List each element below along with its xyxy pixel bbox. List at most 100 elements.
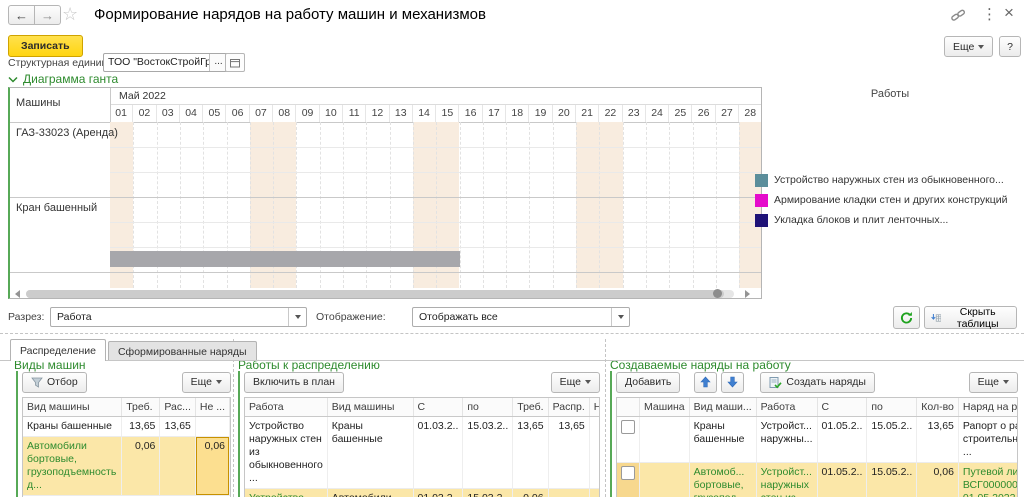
table-cell[interactable]: [640, 463, 690, 497]
table-cell[interactable]: 01.03.2..: [413, 417, 463, 489]
table-cell[interactable]: 13,65: [513, 417, 548, 489]
table-cell[interactable]: Краны башенные: [23, 417, 122, 437]
column-header[interactable]: Работа: [245, 398, 327, 417]
gantt-hscrollbar-thumb-end[interactable]: [713, 289, 722, 298]
display-select[interactable]: Отображать все: [412, 307, 630, 327]
back-button[interactable]: ←: [8, 5, 35, 25]
column-header[interactable]: Не ...: [195, 398, 229, 417]
chevron-down-icon[interactable]: [611, 308, 629, 326]
help-button[interactable]: ?: [999, 36, 1021, 57]
vertical-splitter-1[interactable]: [233, 339, 234, 497]
table-cell[interactable]: [640, 417, 690, 463]
column-header[interactable]: по: [867, 398, 917, 417]
vertical-splitter-2[interactable]: [605, 339, 606, 497]
column-header[interactable]: Вид машины: [23, 398, 122, 417]
column-header[interactable]: Кол-во: [917, 398, 959, 417]
tab-active-распределение[interactable]: Распределение: [10, 339, 106, 361]
open-icon[interactable]: [225, 53, 245, 72]
table-cell[interactable]: Рапорт о работе строительного ...: [958, 417, 1018, 463]
row-checkbox[interactable]: [621, 466, 635, 480]
table-cell[interactable]: Автомобили бортовые, грузоподъемн...: [327, 489, 413, 497]
table-cell[interactable]: 0,06: [513, 489, 548, 497]
more-button-top[interactable]: Еще: [944, 36, 993, 57]
more-button-works[interactable]: Еще: [551, 372, 600, 393]
column-header[interactable]: [617, 398, 640, 417]
table-cell[interactable]: 15.05.2..: [867, 417, 917, 463]
column-header[interactable]: С: [413, 398, 463, 417]
table-cell[interactable]: 01.05.2..: [817, 463, 867, 497]
table-cell[interactable]: 13,65: [122, 417, 160, 437]
column-header[interactable]: Рас...: [160, 398, 196, 417]
column-header[interactable]: Работа: [756, 398, 817, 417]
more-button-machine-types[interactable]: Еще: [182, 372, 231, 393]
table-cell[interactable]: 0,06: [195, 437, 229, 496]
column-header[interactable]: Распр.: [548, 398, 589, 417]
table-cell[interactable]: Устройство наружных стен из обыкновенног…: [245, 489, 327, 497]
gantt-hscrollbar-thumb[interactable]: [26, 290, 724, 298]
table-row[interactable]: Краны башенныеУстройст... наружны...01.0…: [617, 417, 1018, 463]
table-cell[interactable]: 15.05.2..: [867, 463, 917, 497]
chevron-down-icon[interactable]: [288, 308, 306, 326]
link-icon[interactable]: [950, 7, 966, 28]
table-cell[interactable]: [548, 489, 589, 497]
table-cell[interactable]: Автомоб... бортовые, грузопод...: [689, 463, 756, 497]
table-row[interactable]: Автомобили бортовые, грузоподъемность д.…: [23, 437, 230, 496]
table-cell[interactable]: Краны башенные: [327, 417, 413, 489]
table-cell[interactable]: 01.03.2..: [413, 489, 463, 497]
filter-button[interactable]: Отбор: [22, 372, 87, 393]
column-header[interactable]: Наряд на работу: [958, 398, 1018, 417]
table-cell[interactable]: Устройст... наружны...: [756, 417, 817, 463]
table-cell[interactable]: 0,06: [917, 463, 959, 497]
horizontal-splitter[interactable]: [0, 333, 1024, 334]
close-icon[interactable]: ×: [1004, 3, 1014, 23]
structural-unit-field[interactable]: ТОО "ВостокСтройГрад ...: [103, 53, 228, 72]
table-row[interactable]: Краны башенные13,6513,65: [23, 417, 230, 437]
gantt-section-header[interactable]: Диаграмма ганта: [8, 72, 118, 86]
table-cell[interactable]: 15.03.2..: [463, 489, 513, 497]
table-cell[interactable]: 13,65: [917, 417, 959, 463]
structural-unit-value[interactable]: ТОО "ВостокСтройГрад: [104, 54, 209, 71]
refresh-button[interactable]: [893, 306, 920, 329]
create-orders-button[interactable]: Создать наряды: [760, 372, 875, 393]
table-row[interactable]: Устройство наружных стен из обыкновенног…: [245, 489, 600, 497]
table-cell[interactable]: Краны башенные: [689, 417, 756, 463]
gantt-scroll-right-icon[interactable]: [745, 290, 750, 298]
table-cell[interactable]: 01.05.2..: [817, 417, 867, 463]
table-cell[interactable]: [195, 417, 229, 437]
checkbox-cell[interactable]: [617, 463, 640, 497]
column-header[interactable]: Не распр.: [589, 398, 600, 417]
save-button[interactable]: Записать: [8, 35, 83, 57]
menu-dots-icon[interactable]: ⋮: [982, 5, 997, 23]
forward-button[interactable]: →: [34, 5, 61, 25]
favorite-star-icon[interactable]: ☆: [62, 4, 78, 25]
table-cell[interactable]: 0,06: [589, 489, 600, 497]
move-down-button[interactable]: [721, 372, 744, 393]
table-cell[interactable]: 15.03.2..: [463, 417, 513, 489]
gantt-bar[interactable]: [110, 251, 460, 267]
include-in-plan-button[interactable]: Включить в план: [244, 372, 344, 393]
table-cell[interactable]: [589, 417, 600, 489]
table-cell[interactable]: 0,06: [122, 437, 160, 496]
table-cell[interactable]: 13,65: [548, 417, 589, 489]
more-button-orders[interactable]: Еще: [969, 372, 1018, 393]
table-cell[interactable]: Устройство наружных стен из обыкновенног…: [245, 417, 327, 489]
table-row[interactable]: Автомоб... бортовые, грузопод...Устройст…: [617, 463, 1018, 497]
column-header[interactable]: С: [817, 398, 867, 417]
add-button[interactable]: Добавить: [616, 372, 680, 393]
column-header[interactable]: Вид маши...: [689, 398, 756, 417]
column-header[interactable]: по: [463, 398, 513, 417]
razrez-select[interactable]: Работа: [50, 307, 307, 327]
column-header[interactable]: Машина: [640, 398, 690, 417]
table-cell[interactable]: [160, 437, 196, 496]
move-up-button[interactable]: [694, 372, 717, 393]
column-header[interactable]: Треб.: [122, 398, 160, 417]
column-header[interactable]: Вид машины: [327, 398, 413, 417]
checkbox-cell[interactable]: [617, 417, 640, 463]
table-cell[interactable]: Автомобили бортовые, грузоподъемность д.…: [23, 437, 122, 496]
row-checkbox[interactable]: [621, 420, 635, 434]
table-cell[interactable]: Путевой лист ВСГ00000004 от 01.05.2022 0…: [958, 463, 1018, 497]
tab-сформированные-наряды[interactable]: Сформированные наряды: [108, 341, 257, 361]
table-cell[interactable]: 13,65: [160, 417, 196, 437]
column-header[interactable]: Треб.: [513, 398, 548, 417]
table-row[interactable]: Устройство наружных стен из обыкновенног…: [245, 417, 600, 489]
